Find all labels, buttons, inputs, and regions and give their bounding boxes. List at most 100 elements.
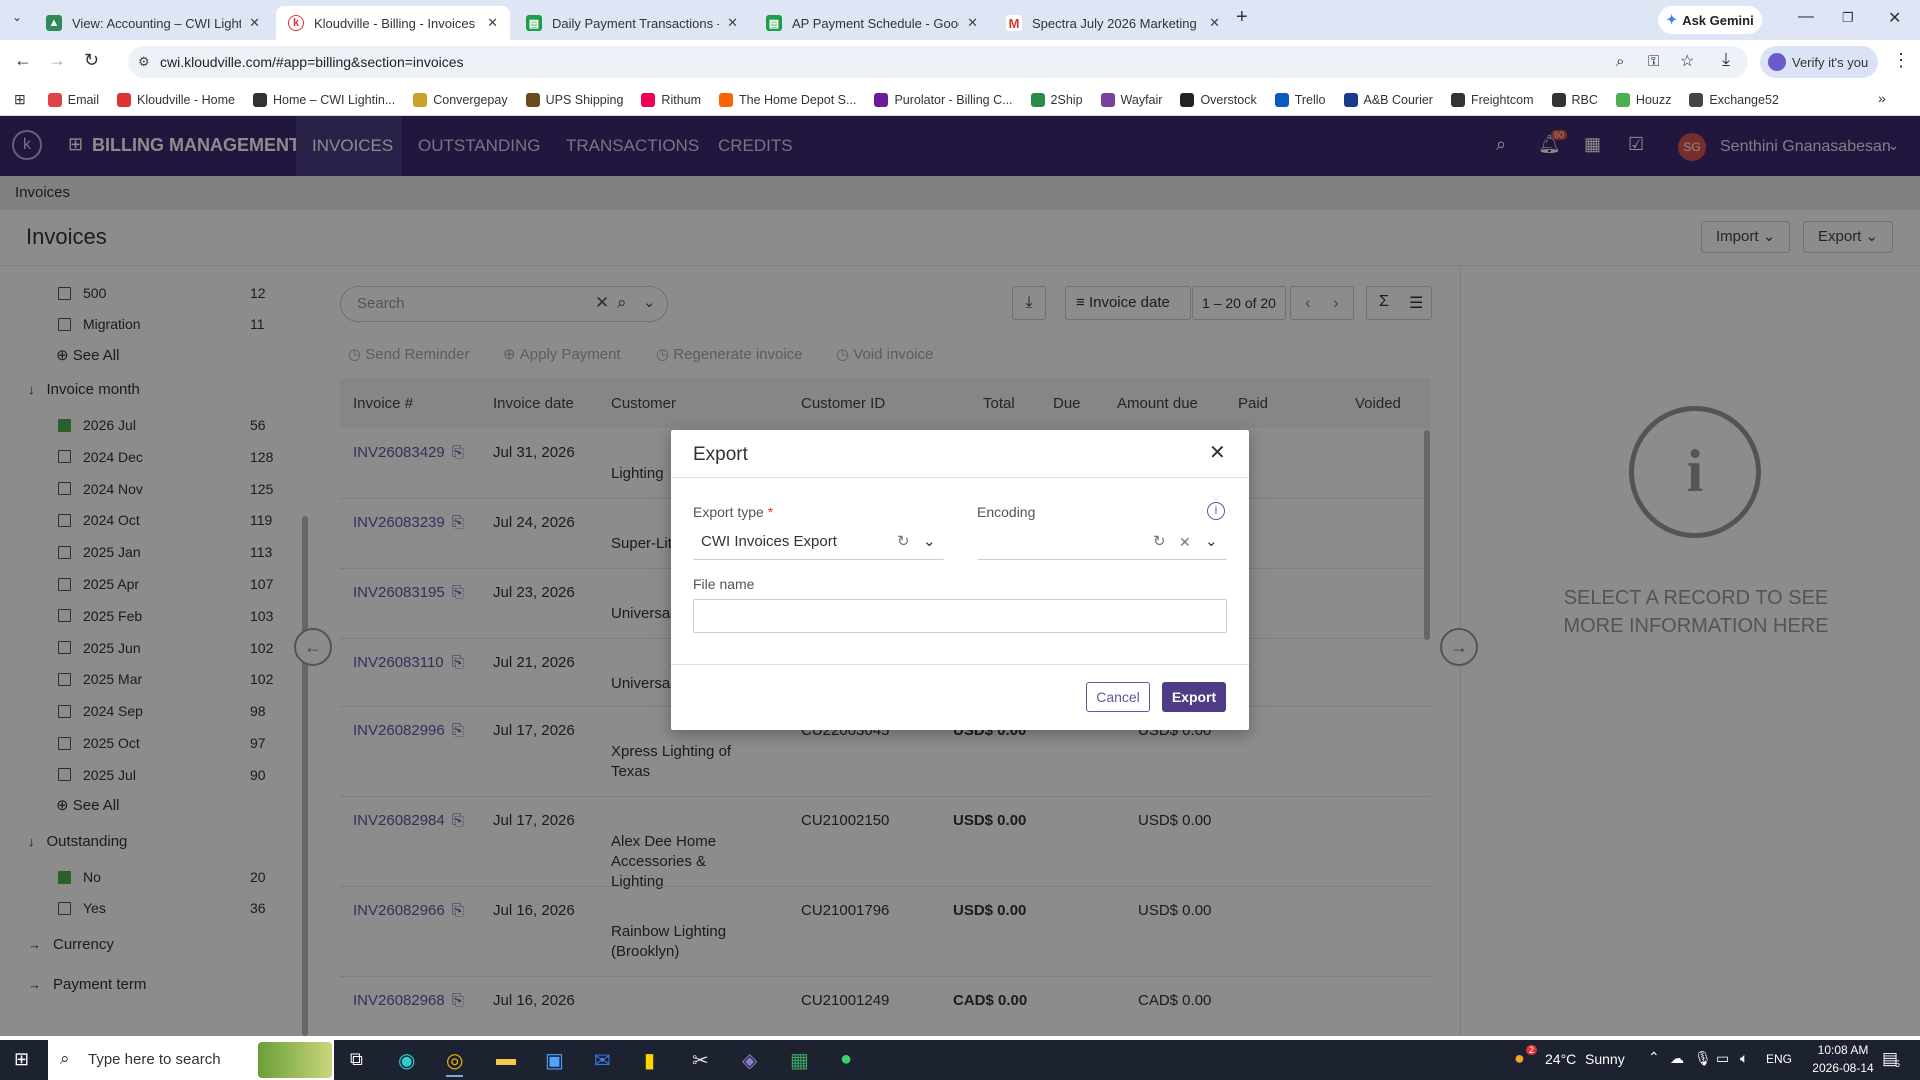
url-field[interactable]: ⚙ cwi.kloudville.com/#app=billing&sectio… (128, 46, 1748, 78)
weather-desc[interactable]: Sunny (1585, 1051, 1625, 1067)
browser-tab[interactable]: ▤ AP Payment Schedule - Google ✕ (754, 6, 990, 40)
bookmark-favicon-icon (1030, 92, 1045, 107)
close-tab-icon[interactable]: ✕ (967, 15, 978, 31)
kloudville-icon: k (288, 15, 304, 31)
weather-temp[interactable]: 24°C (1545, 1051, 1576, 1067)
bookmark-label: The Home Depot S... (739, 92, 857, 107)
verify-label: Verify it's you (1792, 54, 1869, 70)
chat-icon[interactable]: ● (840, 1048, 852, 1071)
reload-icon[interactable]: ↻ (84, 50, 99, 71)
export-confirm-button[interactable]: Export (1162, 682, 1226, 712)
ask-gemini-button[interactable]: ✦ Ask Gemini (1658, 6, 1762, 34)
taskbar-search-placeholder: Type here to search (88, 1051, 221, 1068)
bookmark-item[interactable]: A&B Courier (1343, 92, 1433, 107)
forward-icon[interactable]: → (48, 50, 66, 71)
bookmark-item[interactable]: Home – CWI Lightin... (252, 92, 395, 107)
volume-icon[interactable]: 🔈︎ (1740, 1050, 1748, 1067)
taskbar-search[interactable]: ⌕ Type here to search (48, 1040, 334, 1080)
task-view-icon[interactable]: ⧉ (350, 1049, 363, 1070)
new-tab-icon[interactable]: + (1236, 6, 1248, 29)
microphone-icon[interactable]: 🎙︎ (1694, 1050, 1712, 1067)
browser-tab-active[interactable]: k Kloudville - Billing - Invoices ✕ (276, 6, 510, 40)
download-icon[interactable]: ⤓ (1722, 49, 1730, 70)
ask-gemini-label: Ask Gemini (1682, 12, 1754, 28)
bookmark-item[interactable]: Overstock (1180, 92, 1257, 107)
export-type-label: Export type * (693, 504, 773, 520)
sticky-notes-icon[interactable]: ▮ (644, 1048, 655, 1073)
restore-icon[interactable]: ❐ (1842, 10, 1854, 26)
onedrive-icon[interactable]: ☁ (1670, 1050, 1684, 1067)
bookmark-item[interactable]: Freightcom (1450, 92, 1534, 107)
chevron-down-icon[interactable]: ⌄ (1205, 526, 1218, 558)
bookmark-item[interactable]: Trello (1274, 92, 1326, 107)
calculator-icon[interactable]: ▦ (790, 1048, 809, 1073)
chrome-icon[interactable]: ◎ (446, 1048, 464, 1077)
bookmark-item[interactable]: Rithum (641, 92, 701, 107)
store-icon[interactable]: ▣ (545, 1048, 564, 1073)
file-name-input[interactable] (693, 599, 1227, 633)
bookmark-star-icon[interactable]: ☆ (1680, 46, 1694, 78)
bookmark-item[interactable]: Email (47, 92, 99, 107)
close-tab-icon[interactable]: ✕ (727, 15, 738, 31)
bookmark-item[interactable]: Convergepay (413, 92, 508, 107)
info-icon[interactable]: i (1207, 502, 1225, 520)
label-text: Export type (693, 504, 764, 520)
tab-search-icon[interactable]: ⌄ (12, 10, 22, 24)
bookmark-item[interactable]: Exchange52 (1689, 92, 1779, 107)
bookmark-label: RBC (1571, 92, 1598, 107)
language-indicator[interactable]: ENG (1766, 1052, 1792, 1066)
bookmark-favicon-icon (1274, 92, 1289, 107)
network-icon[interactable]: ▭ (1716, 1050, 1729, 1067)
clear-icon[interactable]: ✕ (1179, 526, 1191, 558)
site-info-icon[interactable]: ⚙ (138, 46, 150, 78)
bookmark-item[interactable]: Houzz (1615, 92, 1671, 107)
browser-tab[interactable]: ▤ Daily Payment Transactions - Go ✕ (514, 6, 750, 40)
close-tab-icon[interactable]: ✕ (1209, 15, 1220, 31)
close-icon[interactable]: ✕ (1209, 440, 1226, 465)
browser-tab[interactable]: ▲ View: Accounting – CWI Lightin ✕ (34, 6, 272, 40)
bookmark-label: Kloudville - Home (137, 92, 235, 107)
bookmark-item[interactable]: Kloudville - Home (117, 92, 235, 107)
bookmark-item[interactable]: 2Ship (1030, 92, 1083, 107)
bookmark-item[interactable]: Purolator - Billing C... (874, 92, 1013, 107)
more-bookmarks-icon[interactable]: » (1878, 90, 1886, 106)
bookmark-item[interactable]: Wayfair (1100, 92, 1162, 107)
chevron-down-icon[interactable]: ⌄ (923, 526, 936, 558)
search-icon: ⌕ (60, 1049, 70, 1068)
clock-time[interactable]: 10:08 AM (1808, 1043, 1878, 1057)
cancel-button[interactable]: Cancel (1086, 682, 1150, 712)
close-tab-icon[interactable]: ✕ (487, 15, 498, 31)
bookmark-favicon-icon (1100, 92, 1115, 107)
bookmark-label: Trello (1294, 92, 1326, 107)
gmail-icon: M (1006, 15, 1022, 31)
windows-start-icon[interactable]: ⊞ (14, 1049, 29, 1070)
outlook-icon[interactable]: ✉ (594, 1048, 611, 1073)
browser-tab[interactable]: M Spectra July 2026 Marketing Inc ✕ (994, 6, 1232, 40)
bookmark-label: A&B Courier (1363, 92, 1433, 107)
bookmark-item[interactable]: RBC (1551, 92, 1598, 107)
back-icon[interactable]: ← (14, 50, 32, 71)
clock-date[interactable]: 2026-08-14 (1808, 1061, 1878, 1075)
refresh-icon[interactable]: ↻ (897, 526, 910, 558)
kloudville-app-icon[interactable]: ◈ (742, 1048, 757, 1073)
edge-icon[interactable]: ◉ (398, 1048, 415, 1073)
refresh-icon[interactable]: ↻ (1153, 526, 1166, 558)
tray-chevron-up-icon[interactable]: ⌃ (1648, 1049, 1660, 1066)
verify-profile-button[interactable]: Verify it's you (1760, 46, 1878, 78)
notification-count: 5 (1895, 1059, 1901, 1069)
encoding-select[interactable]: ↻ ✕ ⌄ (977, 526, 1227, 560)
bookmark-item[interactable]: The Home Depot S... (719, 92, 857, 107)
close-window-icon[interactable]: ✕ (1888, 8, 1901, 28)
bookmark-item[interactable]: UPS Shipping (525, 92, 623, 107)
minimize-icon[interactable]: — (1798, 8, 1814, 26)
bookmark-label: Purolator - Billing C... (894, 92, 1013, 107)
password-key-icon[interactable]: ⚿ (1648, 46, 1659, 78)
file-explorer-icon[interactable]: ▬ (496, 1048, 516, 1071)
apps-grid-icon[interactable]: ⊞ (14, 91, 26, 108)
browser-menu-icon[interactable]: ⋮ (1892, 50, 1910, 71)
export-type-select[interactable]: CWI Invoices Export ↻ ⌄ (693, 526, 944, 560)
snipping-icon[interactable]: ✂ (692, 1048, 709, 1073)
zoom-icon[interactable]: ⌕ (1616, 46, 1624, 78)
close-tab-icon[interactable]: ✕ (249, 15, 260, 31)
bookmark-favicon-icon (1689, 92, 1704, 107)
